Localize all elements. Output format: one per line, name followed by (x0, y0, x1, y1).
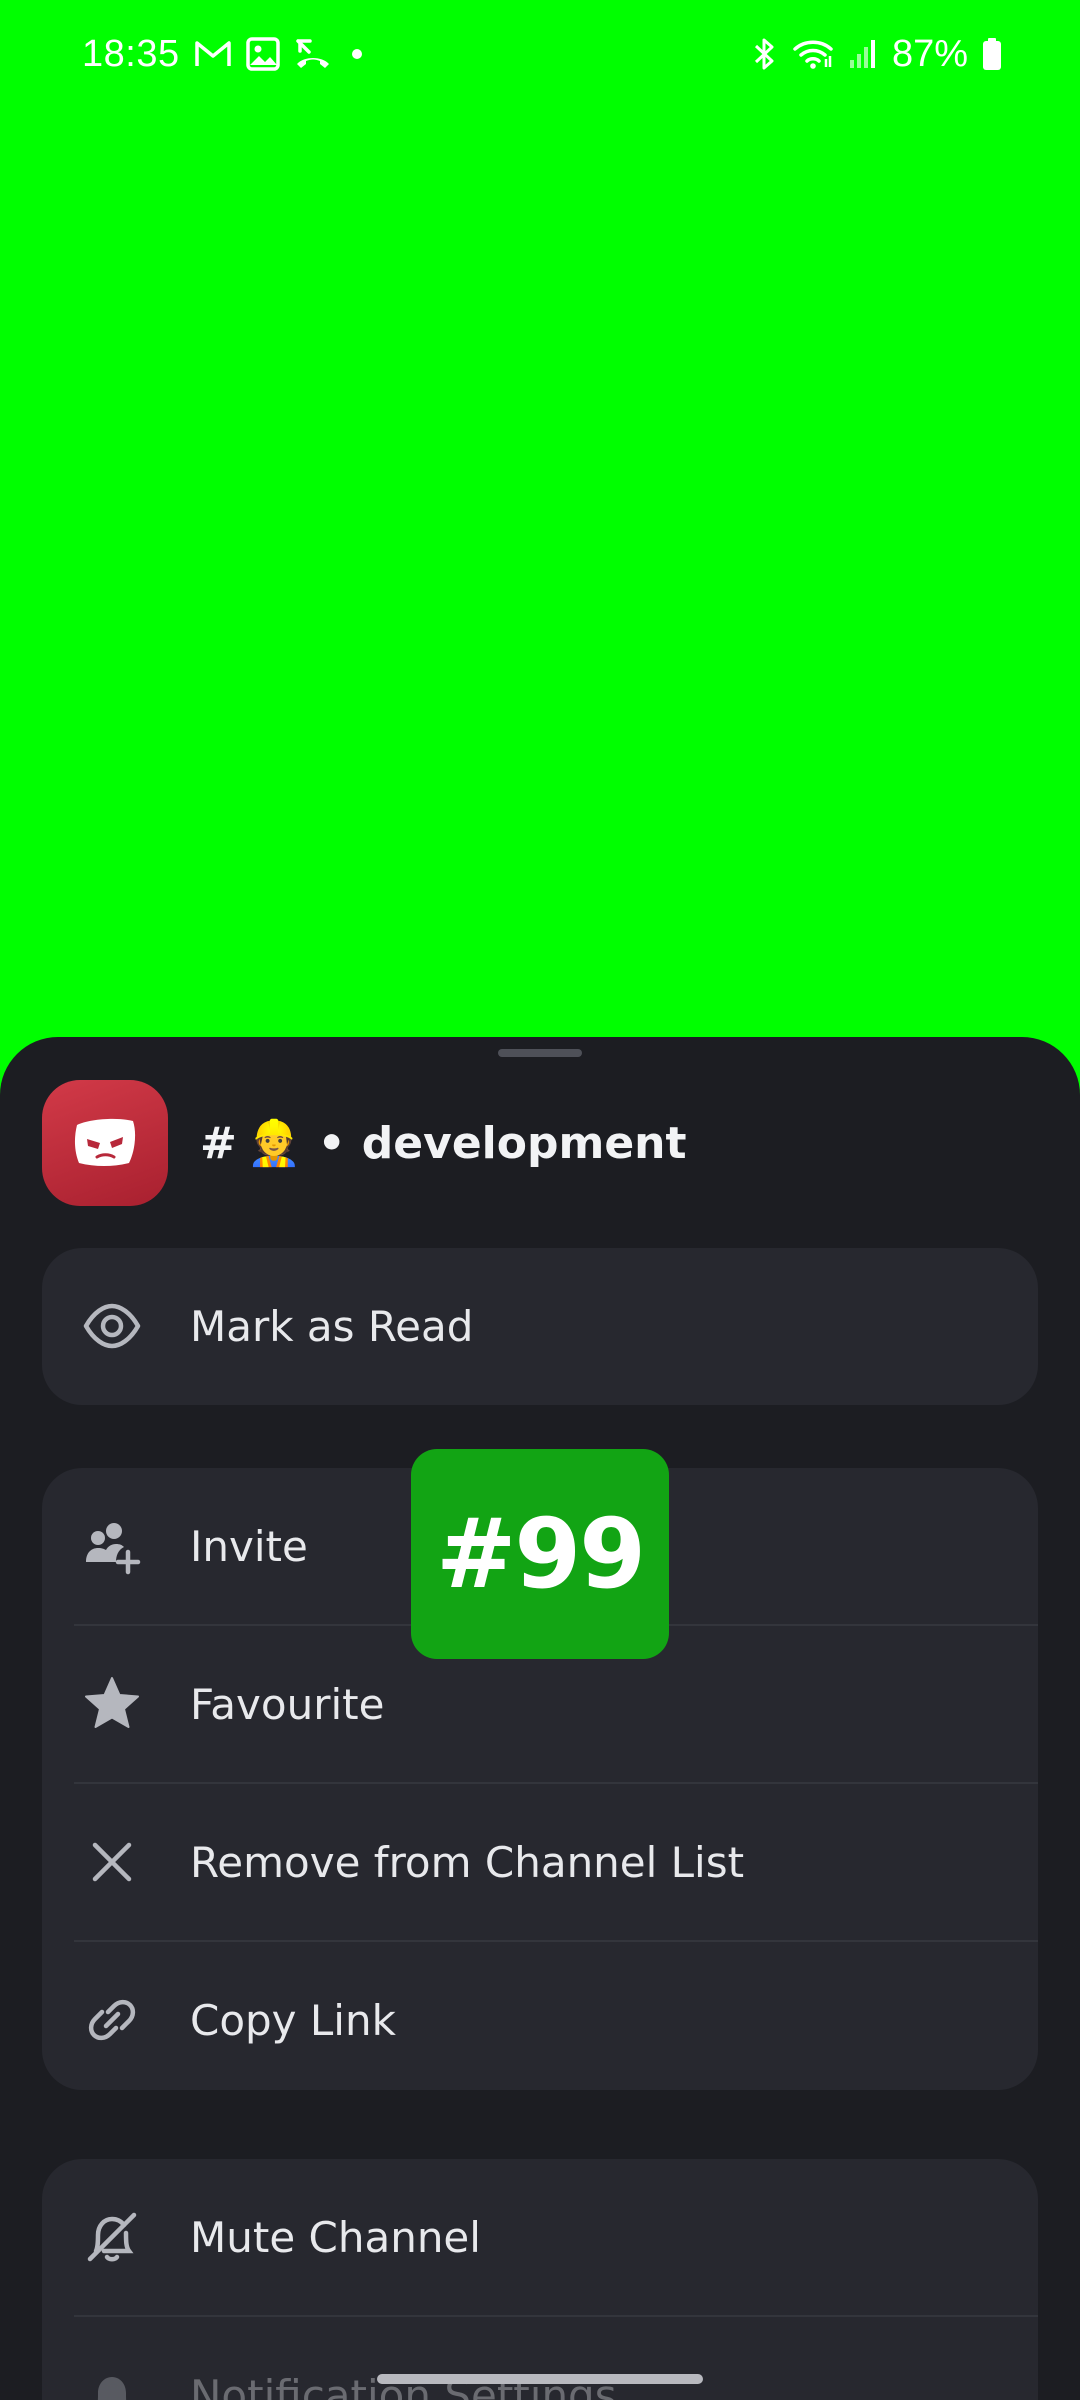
bluetooth-icon (754, 38, 774, 70)
sheet-drag-handle[interactable] (498, 1049, 582, 1057)
link-icon (82, 1990, 142, 2050)
mark-as-read-button[interactable]: Mark as Read (42, 1248, 1038, 1404)
close-icon (82, 1832, 142, 1892)
status-bar: 18:35 87% (0, 0, 1080, 108)
missed-call-icon (295, 39, 329, 68)
copy-link-button[interactable]: Copy Link (42, 1942, 1038, 2090)
signal-icon (849, 40, 875, 68)
star-icon (82, 1674, 142, 1734)
status-bar-left: 18:35 (82, 28, 368, 80)
notification-settings-button[interactable]: Notification Settings (42, 2317, 1038, 2400)
add-user-icon (82, 1516, 142, 1576)
eye-icon (82, 1296, 142, 1356)
invite-label: Invite (190, 1521, 308, 1571)
channel-title: # 👷 • development (200, 1117, 687, 1170)
remove-from-channel-list-button[interactable]: Remove from Channel List (42, 1784, 1038, 1940)
channel-hash: # (200, 1117, 237, 1169)
bell-icon (82, 2365, 142, 2400)
gallery-icon (245, 37, 280, 71)
battery-percentage: 87% (891, 32, 968, 75)
bell-muted-icon (82, 2207, 142, 2267)
channel-name: development (361, 1117, 687, 1169)
copy-link-label: Copy Link (190, 1995, 396, 2045)
wifi-icon (793, 40, 833, 69)
remove-from-channel-list-label: Remove from Channel List (190, 1837, 745, 1887)
mute-channel-label: Mute Channel (190, 2212, 481, 2262)
action-group-notifications: Mute Channel Notification Settings (42, 2159, 1038, 2400)
battery-icon (983, 38, 1001, 70)
server-logo-icon (42, 1080, 168, 1206)
sheet-header: # 👷 • development (42, 1080, 687, 1206)
status-bar-right: 87% (752, 28, 1002, 80)
channel-actions-sheet: # 👷 • development Mark as Read Invite Fa… (0, 1037, 1080, 2400)
gesture-navigation-bar[interactable] (377, 2374, 703, 2384)
action-group-read: Mark as Read (42, 1248, 1038, 1405)
channel-emoji: 👷 (246, 1118, 302, 1169)
channel-separator: • (317, 1117, 346, 1169)
step-number-badge: #99 (411, 1449, 669, 1659)
mute-channel-button[interactable]: Mute Channel (42, 2159, 1038, 2315)
mark-as-read-label: Mark as Read (190, 1301, 474, 1351)
dot-icon (351, 49, 362, 59)
favourite-label: Favourite (190, 1679, 385, 1729)
status-time: 18:35 (82, 32, 180, 75)
gmail-icon (194, 41, 231, 66)
